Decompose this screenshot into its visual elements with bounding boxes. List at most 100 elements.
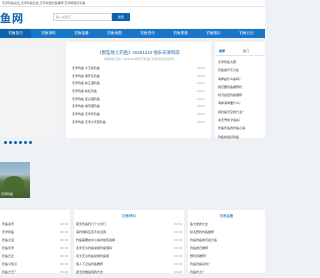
nav-item-5[interactable]: 钓鱼视频 <box>165 29 196 38</box>
search-button[interactable]: 搜索 <box>112 13 130 21</box>
list-item[interactable]: 我们要钓鱼推荐钓 <box>218 85 264 93</box>
list-item[interactable]: 天津钓鱼 天津农钓鱼 04-21 <box>72 112 205 120</box>
list-item[interactable]: 鱼大类的大全 <box>190 222 263 230</box>
list-item[interactable]: 秋汛最佳钓鱼推荐 <box>218 93 264 101</box>
slider-dot[interactable] <box>29 141 32 144</box>
item-title[interactable]: 钓鱼需要在中小鱼时如何选择 <box>76 238 115 242</box>
list-item[interactable]: 天津钓鱼 城河港钓鱼 04-21 <box>72 104 205 112</box>
item-date: 03-23 <box>174 254 182 258</box>
list-item[interactable]: 钓鱼钓鱼好钓？ <box>190 262 263 270</box>
slider-dot[interactable] <box>19 141 22 144</box>
list-item[interactable]: 天津钓鱼 秋红钓鱼 04-21 <box>72 89 205 97</box>
item-title[interactable]: 夏天钓鱼钓几个小窍门 <box>76 222 106 226</box>
featured-photo[interactable]: 天津钓鱼 <box>0 162 30 198</box>
list-item[interactable]: 施人下记后钓鱼推荐 03-23 <box>76 262 182 270</box>
item-title[interactable]: 海钓饵料应该不在该用 <box>76 230 106 234</box>
list-item[interactable]: 钓鱼技巧不只在 <box>218 68 264 76</box>
article-title[interactable]: 天津钓鱼 新江浦钓鱼 <box>72 81 100 85</box>
item-date: 05-18 <box>60 230 68 234</box>
slider-dot[interactable] <box>9 141 12 144</box>
list-item[interactable]: 钓鱼钓鱼技巧最大鱼 <box>190 238 263 246</box>
nav-item-1[interactable]: 钓鱼饵料 <box>33 29 64 38</box>
item-title[interactable]: 鱼大类的大全 <box>190 222 208 226</box>
item-title[interactable]: 钓鱼大王？ <box>2 270 17 274</box>
list-item[interactable]: 钓鱼钓鱼的钓鱼心得 <box>218 126 264 134</box>
nav-item-6[interactable]: 钓鱼图片 <box>198 29 229 38</box>
item-title[interactable]: 冬天天冷钓鱼常用钓鱼饵料 <box>76 246 112 250</box>
nav-item-4[interactable]: 钓鱼资讯 <box>132 29 163 38</box>
list-item[interactable]: 钓鱼技巧推荐 <box>190 246 263 254</box>
item-title[interactable]: 野钓有推荐？ <box>190 254 208 258</box>
item-title[interactable]: 秋冬野钓钓鱼推荐 <box>190 230 214 234</box>
featured-subtitle: 《那些地儿钓鱼》20251210他乐天津目前,天津钓鱼论坛天津钓 <box>102 58 175 61</box>
list-item[interactable]: 我钓鱼天空的行业？ <box>218 110 264 118</box>
item-title[interactable]: 钓鱼钓鱼技巧最大鱼 <box>190 238 217 242</box>
section-title[interactable]: 钓鱼饵料 <box>74 213 184 218</box>
featured-title[interactable]: 《那些地儿钓鱼》20251210 他乐天津目前 <box>66 50 211 56</box>
tab-recommend[interactable]: 推荐 <box>219 49 225 53</box>
article-title[interactable]: 天津钓鱼 天津农钓鱼 <box>72 112 100 116</box>
list-item[interactable]: 夏天钓鱼钓几个小窍门 03-23 <box>76 222 182 230</box>
nav-item-7[interactable]: 钓鱼日记 <box>231 29 262 38</box>
search-input[interactable]: 输入关键字 <box>53 13 112 21</box>
article-title[interactable]: 天津钓鱼 复兴港钓鱼 <box>72 97 100 101</box>
article-title[interactable]: 天津钓鱼 秋红钓鱼 <box>72 89 97 93</box>
item-title[interactable]: 施人下记后钓鱼推荐 <box>76 262 103 266</box>
item-title[interactable]: 钓鱼资讯 <box>2 222 14 226</box>
bottom-col-3: 钓鱼装备 鱼大类的大全 秋冬野钓钓鱼推荐 钓鱼钓鱼技巧最大鱼 钓鱼技巧推荐 野钓… <box>188 210 265 274</box>
nav-item-0[interactable]: 钓鱼技巧 <box>0 29 31 38</box>
list-item[interactable]: 天津钓鱼 大王塞钓鱼 04-21 <box>72 66 205 74</box>
list-item[interactable]: 海参是什么鱼吗？ <box>218 77 264 85</box>
article-date: 04-21 <box>197 104 205 109</box>
list-item[interactable]: 冬天天冷钓鱼常用钓鱼饵料 03-23 <box>76 246 182 254</box>
list-item[interactable]: 秋冬野钓钓鱼推荐 <box>190 230 263 238</box>
item-title[interactable]: 钓鱼小知识 <box>2 262 17 266</box>
nav-item-3[interactable]: 钓鱼地图 <box>99 29 130 38</box>
list-item[interactable]: 冬天天冷钓鱼常用钓鱼饵 03-23 <box>76 254 182 262</box>
list-item[interactable]: 钓鱼小知识 05-18 <box>2 262 68 270</box>
article-title[interactable]: 天津钓鱼 天津大天现钓鱼 <box>72 120 106 124</box>
list-item[interactable]: 钓鱼日记 05-18 <box>2 254 68 262</box>
list-item[interactable]: 钓鱼钓大？ <box>190 270 263 278</box>
list-item[interactable]: 钓鱼需要在中小鱼时如何选择 03-23 <box>76 238 182 246</box>
list-item[interactable]: 钓鱼之道 05-18 <box>2 238 68 246</box>
list-item[interactable]: 钓鱼大王？ 05-18 <box>2 270 68 278</box>
slider-dot[interactable] <box>24 141 27 144</box>
site-logo[interactable]: 鱼网 <box>0 10 24 26</box>
item-date: 03-23 <box>174 246 182 250</box>
slider-dot[interactable] <box>4 141 7 144</box>
list-item[interactable]: 海参海参要什么？ <box>218 101 264 109</box>
article-title[interactable]: 天津钓鱼 大王塞钓鱼 <box>72 66 100 70</box>
list-item[interactable]: 钓鱼的最好钓鱼 <box>218 135 264 143</box>
item-title[interactable]: 钓鱼钓鱼好钓？ <box>190 262 211 266</box>
item-date: 03-23 <box>174 222 182 226</box>
item-title[interactable]: 钓鱼天津 <box>2 246 14 250</box>
item-title[interactable]: 钓鱼钓大？ <box>190 270 205 274</box>
article-list: 天津钓鱼 大王塞钓鱼 04-21 天津钓鱼 南开东钓鱼 04-21 天津钓鱼 新江浦… <box>72 66 205 128</box>
nav-item-2[interactable]: 钓鱼装备 <box>66 29 97 38</box>
tab-hot[interactable]: 热门 <box>243 49 249 53</box>
item-title[interactable]: 钓鱼之道 <box>2 238 14 242</box>
item-title[interactable]: 钓鱼日记 <box>2 254 14 258</box>
list-item[interactable]: 用玉米做鱼饵的方法 03-23 <box>76 270 182 278</box>
list-item[interactable]: 天津钓鱼 05-18 <box>2 230 68 238</box>
list-item[interactable]: 天津钓鱼 新江浦钓鱼 04-21 <box>72 81 205 89</box>
slider-dot[interactable] <box>14 141 17 144</box>
item-title[interactable]: 用玉米做鱼饵的方法 <box>76 270 103 274</box>
section-list: 鱼大类的大全 秋冬野钓钓鱼推荐 钓鱼钓鱼技巧最大鱼 钓鱼技巧推荐 野钓有推荐？ … <box>190 222 263 278</box>
list-item[interactable]: 野钓有推荐？ <box>190 254 263 262</box>
list-item[interactable]: 海钓饵料应该不在该用 03-23 <box>76 230 182 238</box>
item-title[interactable]: 天津钓鱼 <box>2 230 14 234</box>
item-title[interactable]: 钓鱼技巧推荐 <box>190 246 208 250</box>
side-tabs: 推荐 热门 <box>215 49 265 56</box>
article-title[interactable]: 天津钓鱼 南开东钓鱼 <box>72 74 100 78</box>
article-title[interactable]: 天津钓鱼 城河港钓鱼 <box>72 104 100 108</box>
list-item[interactable]: 钓鱼资讯 05-18 <box>2 222 68 230</box>
list-item[interactable]: 天津钓鱼 天津大天现钓鱼 04-21 <box>72 120 205 128</box>
list-item[interactable]: 天津钓鱼大赛 <box>218 60 264 68</box>
section-title[interactable]: 钓鱼装备 <box>188 213 265 218</box>
image-slider[interactable] <box>0 42 62 138</box>
item-title[interactable]: 冬天天冷钓鱼常用钓鱼饵 <box>76 254 109 258</box>
list-item[interactable]: 冰天雪地 钓鱼好 <box>218 118 264 126</box>
list-item[interactable]: 钓鱼天津 05-18 <box>2 246 68 254</box>
